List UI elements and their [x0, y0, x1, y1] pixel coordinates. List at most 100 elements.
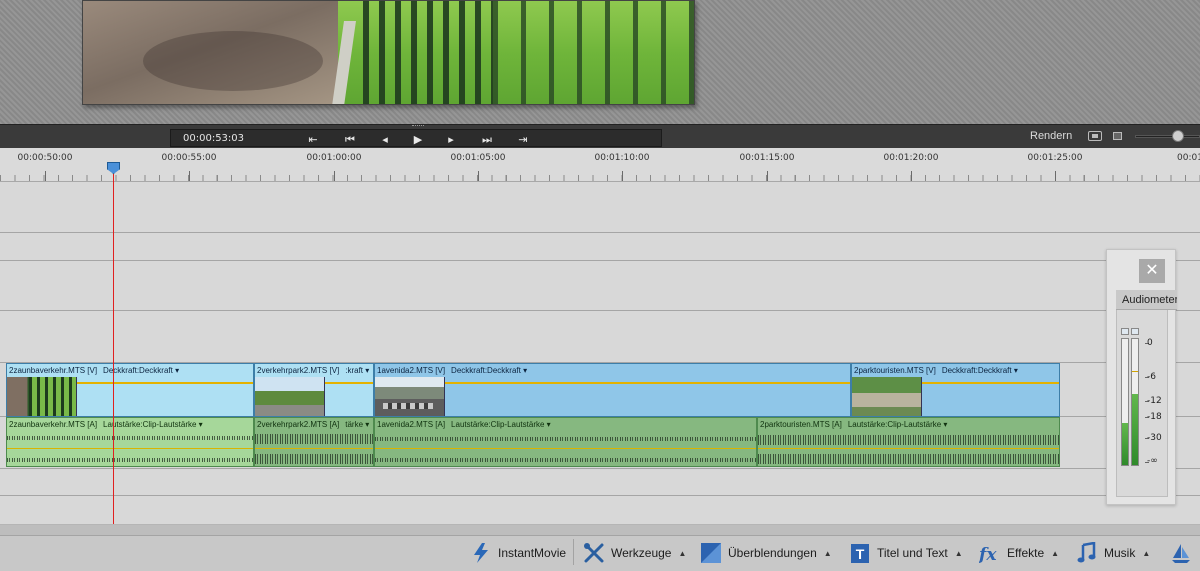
scale-label: -∞ [1147, 456, 1158, 466]
caret-up-icon: ▲ [823, 548, 832, 558]
titel-und-text-button[interactable]: T Titel und Text ▲ [849, 540, 963, 566]
audio-clip-property-menu[interactable]: Lautstärke:Clip-Lautstärke ▾ [848, 420, 948, 429]
zoom-slider-thumb[interactable] [1172, 130, 1185, 142]
opacity-line[interactable] [375, 382, 850, 384]
go-to-end-button[interactable]: ⇥ [515, 133, 531, 147]
video-clip-property-menu[interactable]: :kraft ▾ [345, 366, 369, 375]
caret-up-icon: ▲ [954, 548, 963, 558]
fx-icon: fx [978, 542, 1001, 565]
audio-clip-name: 2zaunbaverkehr.MTS [A] [9, 420, 98, 429]
preview-shadow [143, 31, 323, 91]
audio-waveform [7, 458, 253, 462]
audio-clip-header: 2parktouristen.MTS [A] Lautstärke:Clip-La… [758, 418, 1059, 431]
musik-label: Musik [1104, 546, 1136, 560]
audio-meter-panel: ✕ Audiometer 0 -6 -12 -18 -30 -∞ [1106, 249, 1177, 505]
ruler-label: 00:00:50:00 [17, 153, 73, 163]
audio-meter-title: Audiometer [1122, 294, 1177, 306]
video-clip-name: 1avenida2.MTS [V] [377, 366, 446, 375]
video-clip-property-menu[interactable]: Deckkraft:Deckkraft ▾ [451, 366, 527, 375]
audio-clip[interactable]: 2verkehrpark2.MTS [A] tärke ▾ [254, 417, 374, 467]
video-clip-name: 2verkehrpark2.MTS [V] [257, 366, 340, 375]
volume-line[interactable] [255, 448, 373, 449]
audio-clip-header: 2verkehrpark2.MTS [A] tärke ▾ [255, 418, 373, 431]
track-divider [0, 232, 1200, 233]
zoom-icon[interactable] [1088, 131, 1102, 141]
volume-line[interactable] [758, 448, 1059, 449]
time-ruler[interactable]: 00:00:50:00 00:00:55:00 00:01:00:00 00:0… [0, 148, 1200, 182]
volume-line[interactable] [7, 448, 253, 449]
video-preview-frame[interactable] [82, 0, 695, 105]
ruler-major-tick [189, 171, 190, 181]
themes-button[interactable] [1170, 540, 1198, 566]
audio-clip-name: 1avenida2.MTS [A] [377, 420, 446, 429]
audio-clip[interactable]: 2zaunbaverkehr.MTS [A] Lautstärke:Clip-La… [6, 417, 254, 467]
track-divider [0, 260, 1200, 261]
ruler-ticks [0, 175, 1200, 181]
audio-waveform [758, 454, 1059, 464]
video-clip[interactable]: 1avenida2.MTS [V] Deckkraft:Deckkraft ▾ [374, 363, 851, 417]
track-divider [0, 468, 1200, 469]
zoom-slider[interactable] [1135, 135, 1200, 138]
volume-line[interactable] [375, 448, 756, 449]
audio-clip[interactable]: 2parktouristen.MTS [A] Lautstärke:Clip-La… [757, 417, 1060, 467]
video-thumbnail [852, 377, 922, 416]
fit-to-window-icon[interactable] [1113, 132, 1122, 140]
ruler-major-tick [622, 171, 623, 181]
tools-icon [583, 542, 605, 564]
transport-controls: 00:00:53:03 ⇤ ⏮ ◂ ▶ ▸ ⏭ ⇥ [170, 129, 662, 147]
step-forward-button[interactable]: ▸ [443, 133, 459, 147]
video-clip-property-menu[interactable]: Deckkraft:Deckkraft ▾ [942, 366, 1018, 375]
current-timecode: 00:00:53:03 [183, 133, 245, 144]
track-divider [0, 495, 1200, 496]
audio-clip-property-menu[interactable]: Lautstärke:Clip-Lautstärke ▾ [451, 420, 551, 429]
werkzeuge-label: Werkzeuge [611, 546, 672, 560]
audio-clip-property-menu[interactable]: Lautstärke:Clip-Lautstärke ▾ [103, 420, 203, 429]
thumbnail-cars [383, 403, 433, 409]
ruler-major-tick [911, 171, 912, 181]
caret-up-icon: ▲ [678, 548, 687, 558]
audio-clip-header: 2zaunbaverkehr.MTS [A] Lautstärke:Clip-La… [7, 418, 253, 431]
svg-text:T: T [856, 546, 865, 562]
video-clip-property-menu[interactable]: Deckkraft:Deckkraft ▾ [103, 366, 179, 375]
instantmovie-button[interactable]: InstantMovie [470, 540, 566, 566]
svg-text:fx: fx [979, 545, 997, 564]
video-thumbnail [255, 377, 325, 416]
video-thumbnail [7, 377, 77, 416]
transitions-icon [700, 542, 722, 564]
step-back-button[interactable]: ◂ [377, 133, 393, 147]
werkzeuge-button[interactable]: Werkzeuge ▲ [583, 540, 686, 566]
ruler-label: 00:01:05:00 [450, 153, 506, 163]
left-level-meter [1121, 338, 1129, 466]
scale-label: -12 [1147, 396, 1162, 406]
video-clip[interactable]: 2verkehrpark2.MTS [V] :kraft ▾ [254, 363, 374, 417]
timeline-tracks[interactable] [0, 182, 1200, 524]
ruler-label: 00:01 [1177, 153, 1200, 163]
video-clip-header: 2parktouristen.MTS [V] Deckkraft:Deckkraf… [852, 364, 1059, 377]
go-to-start-button[interactable]: ⇤ [305, 133, 321, 147]
ueberblendungen-button[interactable]: Überblendungen ▲ [700, 540, 832, 566]
resize-grip[interactable] [412, 125, 424, 128]
previous-edit-button[interactable]: ⏮ [342, 133, 358, 147]
video-clip[interactable]: 2zaunbaverkehr.MTS [V] Deckkraft:Deckkraf… [6, 363, 254, 417]
video-clip-name: 2parktouristen.MTS [V] [854, 366, 936, 375]
panel-divider[interactable] [0, 525, 1200, 536]
close-icon[interactable]: ✕ [1139, 259, 1165, 283]
play-button[interactable]: ▶ [410, 133, 426, 147]
video-clip[interactable]: 2parktouristen.MTS [V] Deckkraft:Deckkraf… [851, 363, 1060, 417]
audio-clip[interactable]: 1avenida2.MTS [A] Lautstärke:Clip-Lautstä… [374, 417, 757, 467]
ruler-label: 00:01:20:00 [883, 153, 939, 163]
next-edit-button[interactable]: ⏭ [479, 133, 495, 147]
musik-button[interactable]: Musik ▲ [1076, 540, 1150, 566]
preview-fence-far [493, 1, 694, 104]
lightning-icon [470, 542, 492, 564]
ruler-label: 00:01:00:00 [306, 153, 362, 163]
instantmovie-label: InstantMovie [498, 546, 567, 560]
audio-clip-name: 2parktouristen.MTS [A] [760, 420, 842, 429]
effekte-button[interactable]: fx Effekte ▲ [978, 540, 1059, 566]
ruler-label: 00:00:55:00 [161, 153, 217, 163]
render-button[interactable]: Rendern [1030, 130, 1072, 142]
video-clip-name: 2zaunbaverkehr.MTS [V] [9, 366, 98, 375]
audio-clip-property-menu[interactable]: tärke ▾ [345, 420, 369, 429]
video-clip-header: 1avenida2.MTS [V] Deckkraft:Deckkraft ▾ [375, 364, 850, 377]
ruler-label: 00:01:15:00 [739, 153, 795, 163]
